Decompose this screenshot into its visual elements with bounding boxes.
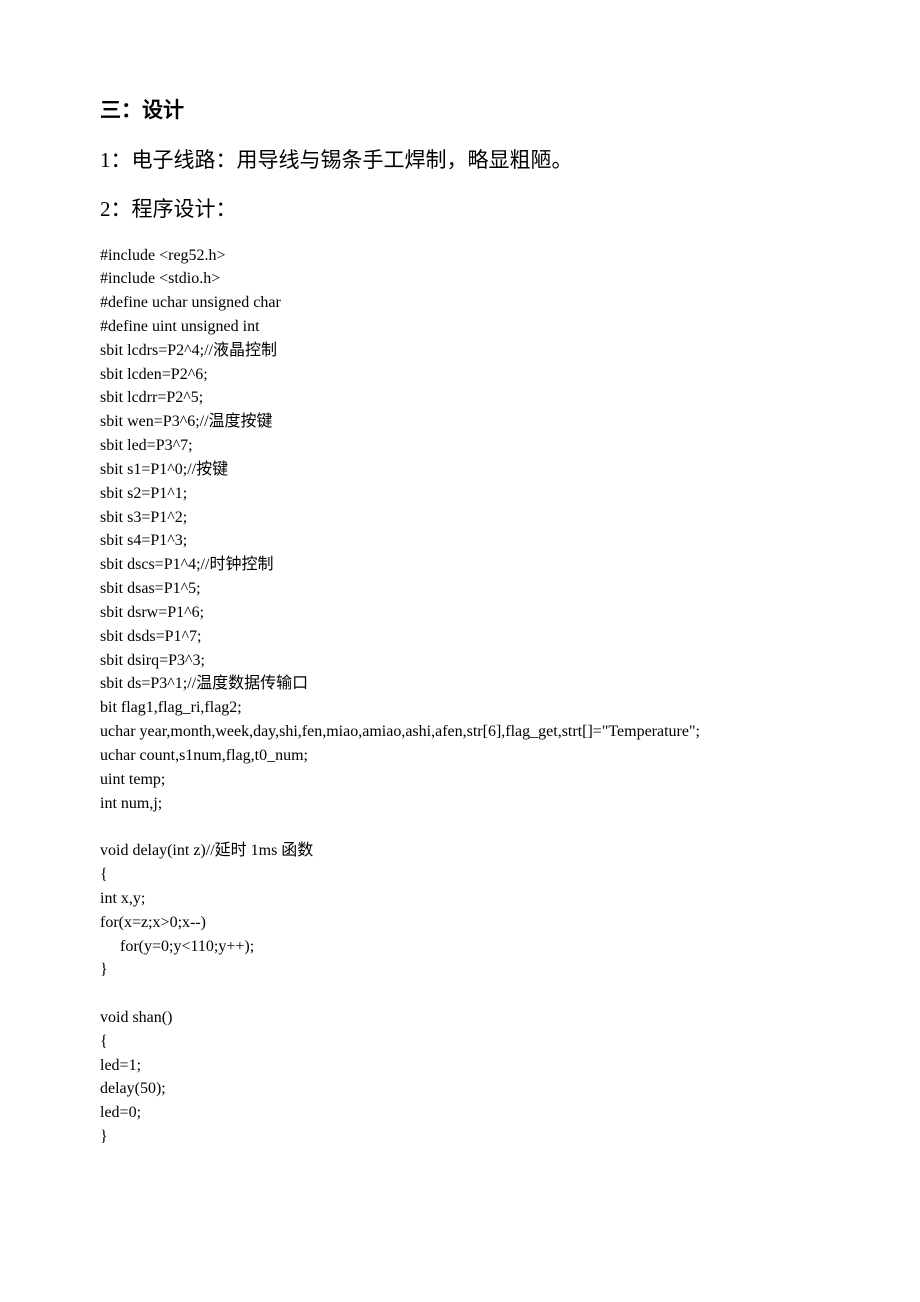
document-page: 三：设计 1：电子线路：用导线与锡条手工焊制，略显粗陋。 2：程序设计： #in… — [0, 0, 920, 1209]
section-heading: 三：设计 — [100, 95, 820, 127]
subsection-2-heading: 2：程序设计： — [100, 194, 820, 226]
subsection-1-heading: 1：电子线路：用导线与锡条手工焊制，略显粗陋。 — [100, 145, 820, 177]
code-listing: #include <reg52.h> #include <stdio.h> #d… — [100, 244, 820, 1149]
